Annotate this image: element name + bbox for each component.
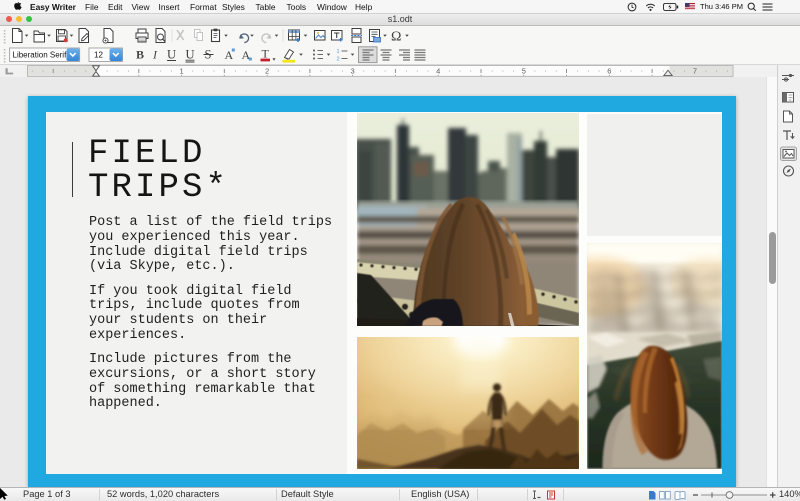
svg-text:5: 5: [522, 66, 526, 75]
svg-text:4: 4: [436, 66, 440, 75]
svg-text:I: I: [152, 47, 158, 61]
svg-text:Ω: Ω: [391, 29, 401, 44]
svg-text:2: 2: [265, 66, 269, 75]
svg-text:2: 2: [337, 56, 340, 62]
svg-text:T: T: [262, 46, 270, 60]
svg-text:7: 7: [693, 66, 697, 75]
svg-text:12: 12: [94, 50, 103, 59]
svg-text:1: 1: [337, 49, 340, 55]
svg-text:1: 1: [180, 66, 184, 75]
svg-text:U: U: [167, 47, 176, 61]
svg-text:Liberation Serif: Liberation Serif: [13, 50, 68, 59]
svg-text:B: B: [136, 47, 144, 61]
svg-text:U: U: [186, 47, 195, 61]
svg-text:6: 6: [607, 66, 611, 75]
svg-text:3: 3: [351, 66, 355, 75]
